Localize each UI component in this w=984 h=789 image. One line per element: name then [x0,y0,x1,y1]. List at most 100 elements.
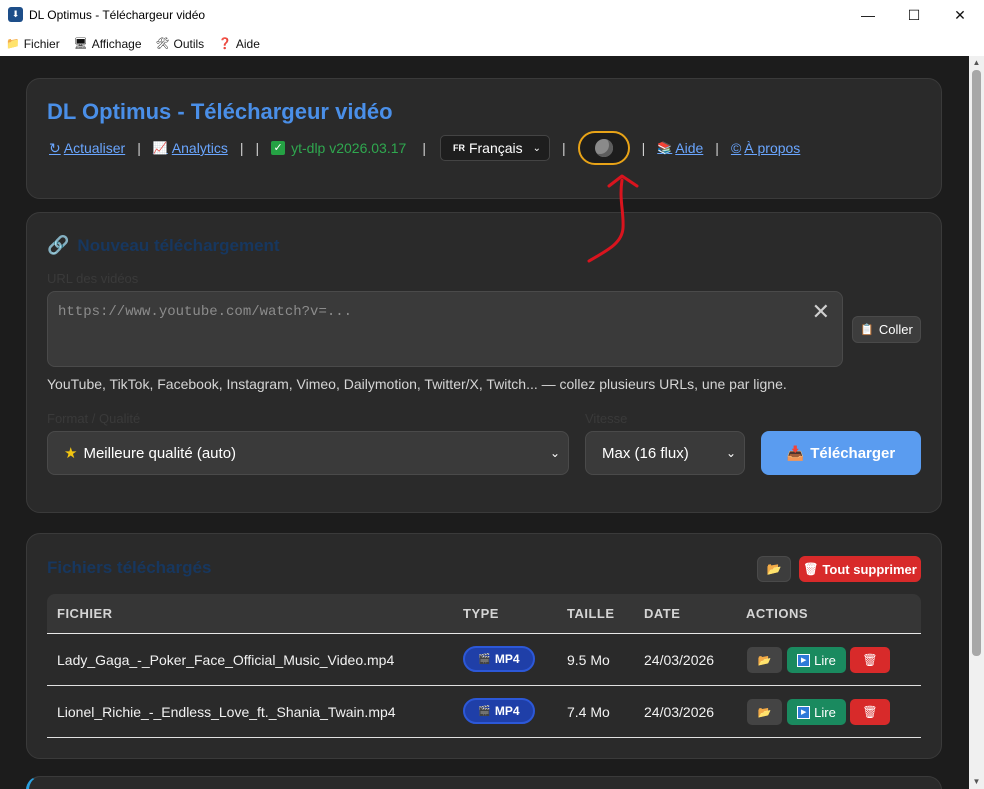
paperclip-icon: 🔗 [47,235,70,255]
app-icon: ⬇ [8,7,23,22]
folder-icon: 📁 [6,38,20,50]
paste-button[interactable]: 📋 Coller [852,316,921,343]
window-title: DL Optimus - Téléchargeur vidéo [29,8,206,22]
delete-file-button[interactable]: 🗑 [850,647,890,673]
trash-icon: 🗑 [803,562,819,576]
play-button[interactable]: ▶ Lire [787,647,846,673]
url-label: URL des vidéos [47,271,139,286]
refresh-label: Actualiser [63,140,126,156]
download-button[interactable]: 📥 Télécharger [761,431,921,475]
language-select[interactable]: FR Français ⌄ [439,135,551,161]
format-select[interactable]: ★ Meilleure qualité (auto) ⌄ [47,431,569,475]
separator: | [641,140,646,156]
separator: | [562,140,566,156]
delete-all-label: Tout supprimer [822,561,917,577]
menu-label: Outils [173,36,205,51]
type-label: MP4 [494,652,520,666]
folder-icon: 📂 [757,706,772,719]
delete-file-button[interactable]: 🗑 [850,699,890,725]
page-title: DL Optimus - Téléchargeur vidéo [47,99,393,124]
folder-icon: 📂 [766,562,782,576]
books-icon: 📚 [657,141,673,155]
maximize-button[interactable]: ☐ [891,0,937,30]
help-link[interactable]: 📚 Aide [657,140,703,156]
speed-select[interactable]: Max (16 flux) ⌄ [585,431,745,475]
url-textarea[interactable]: https://www.youtube.com/watch?v=... ✕ [47,291,843,367]
header-card: DL Optimus - Téléchargeur vidéo ↻ Actuali… [26,78,942,199]
play-button[interactable]: ▶ Lire [787,699,846,725]
separator: | [255,140,260,156]
ytdlp-status: ✓ yt-dlp v2026.03.17 [271,140,406,156]
play-label: Lire [814,704,836,720]
analytics-label: Analytics [171,140,228,156]
scrollbar[interactable]: ▲ ▼ [969,56,984,789]
menu-affichage[interactable]: 🖥 Affichage [74,37,142,51]
files-title: Fichiers téléchargés [47,558,212,577]
file-date: 24/03/2026 [644,704,715,720]
menu-label: Affichage [91,36,142,51]
type-badge: 🎬 MP4 [463,646,535,672]
table-row: Lady_Gaga_-_Poker_Face_Official_Music_Vi… [47,634,921,686]
menu-fichier[interactable]: 📁 Fichier [6,37,60,51]
help-label: Aide [675,140,704,156]
copyright-icon: © [730,140,742,156]
open-file-folder-button[interactable]: 📂 [747,699,782,725]
check-icon: ✓ [271,141,286,155]
menu-label: Fichier [23,36,60,51]
app-content: DL Optimus - Téléchargeur vidéo ↻ Actuali… [0,56,969,789]
format-label: Format / Qualité [47,411,141,426]
close-button[interactable]: ✕ [937,0,983,30]
type-badge: 🎬 MP4 [463,698,535,724]
open-file-folder-button[interactable]: 📂 [747,647,782,673]
table-header: FICHIER TYPE TAILLE DATE ACTIONS [47,594,921,634]
trash-icon: 🗑 [862,705,878,719]
language-label: Français [468,140,523,156]
tools-icon: 🛠 [155,38,170,50]
header-links: ↻ Actualiser | 📈 Analytics | | ✓ yt-dlp v20… [49,131,800,165]
title-bar: ⬇ DL Optimus - Téléchargeur vidéo — ☐ ✕ [0,0,984,30]
file-size: 7.4 Mo [567,704,610,720]
about-link[interactable]: © À propos [731,140,800,156]
chart-icon: 📈 [152,141,168,155]
monitor-icon: 🖥 [73,38,88,50]
separator: | [239,140,244,156]
menu-aide[interactable]: ❓ Aide [218,37,260,51]
type-label: MP4 [494,704,520,718]
play-icon: ▶ [797,705,811,719]
ytdlp-version: yt-dlp v2026.03.17 [291,140,407,156]
speed-label: Vitesse [585,411,628,426]
star-icon: ★ [64,445,78,462]
clapper-icon: 🎬 [478,705,491,717]
minimize-button[interactable]: — [845,0,891,30]
clear-icon[interactable]: ✕ [812,300,830,325]
table-row: Lionel_Richie_-_Endless_Love_ft._Shania_… [47,686,921,738]
url-placeholder: https://www.youtube.com/watch?v=... [58,304,353,320]
download-icon: 📥 [786,444,805,461]
download-label: Télécharger [810,444,896,462]
refresh-link[interactable]: ↻ Actualiser [49,140,125,157]
new-download-title: Nouveau téléchargement [77,235,280,255]
scroll-down-icon[interactable]: ▼ [969,775,984,789]
clapper-icon: 🎬 [478,653,491,665]
format-value-wrap: ★ Meilleure qualité (auto) [64,444,237,463]
theme-toggle-button[interactable] [577,131,630,165]
delete-all-button[interactable]: 🗑 Tout supprimer [799,556,921,582]
column-header: TAILLE [567,606,615,621]
speed-value: Max (16 flux) [602,444,689,462]
files-card: Fichiers téléchargés 📂 🗑 Tout supprimer … [26,533,942,759]
play-label: Lire [814,652,836,668]
menu-bar: 📁 Fichier 🖥 Affichage 🛠 Outils ❓ Aide [0,31,984,56]
open-folder-button[interactable]: 📂 [757,556,791,582]
analytics-link[interactable]: 📈 Analytics [153,140,228,156]
scroll-up-icon[interactable]: ▲ [969,56,984,70]
file-name: Lady_Gaga_-_Poker_Face_Official_Music_Vi… [57,652,395,668]
scrollbar-thumb[interactable] [972,70,981,656]
separator: | [137,140,141,156]
menu-outils[interactable]: 🛠 Outils [156,37,205,51]
column-header: ACTIONS [746,606,808,621]
menu-label: Aide [235,36,260,51]
format-value: Meilleure qualité (auto) [83,444,237,462]
next-card [26,776,942,789]
chevron-down-icon: ⌄ [549,446,560,460]
new-download-card: 🔗 Nouveau téléchargement URL des vidéos … [26,212,942,513]
